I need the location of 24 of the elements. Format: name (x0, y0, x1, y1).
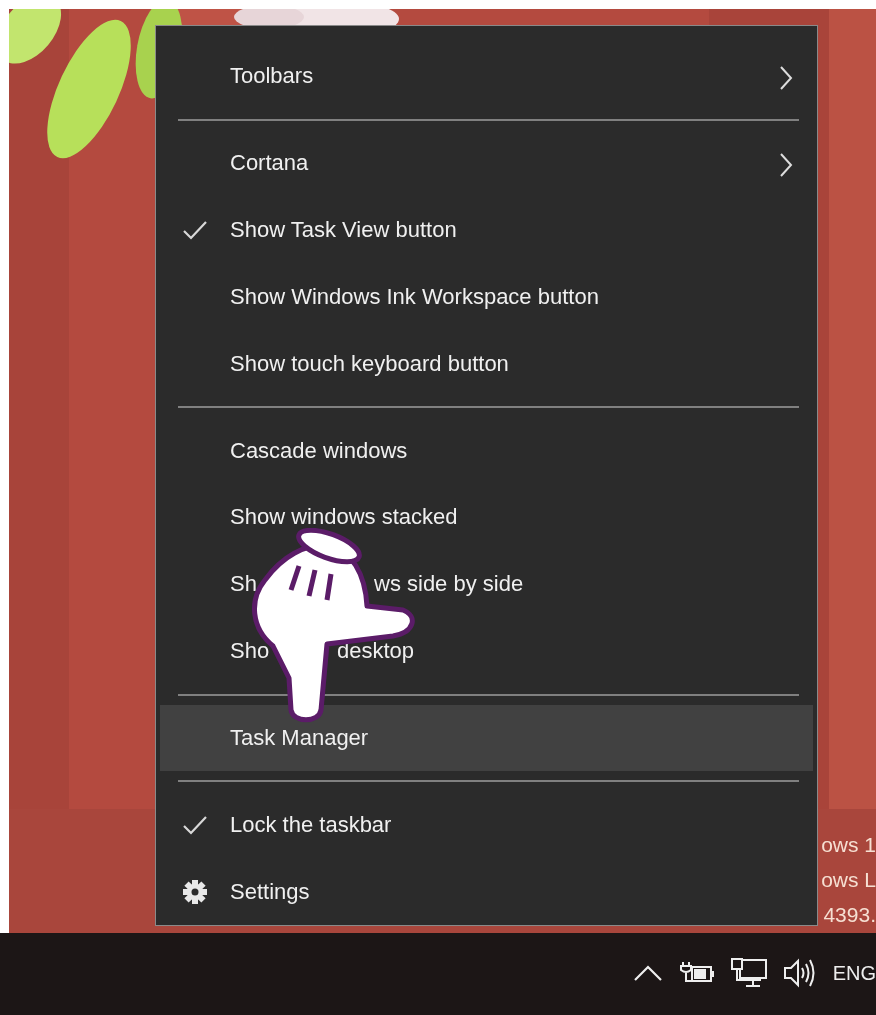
menu-item-background[interactable]: Sh ws side by side (160, 550, 813, 618)
network-icon[interactable] (730, 958, 767, 989)
menu-item-background[interactable]: Sho desktop (160, 617, 813, 685)
chevron-up-icon[interactable] (632, 964, 663, 983)
menu-item[interactable]: Show Task View button (160, 196, 813, 264)
menu-item-label: Sh (230, 571, 257, 598)
activation-text: ows L (821, 867, 876, 894)
language-indicator[interactable]: ENG (832, 961, 876, 985)
settings-icon (182, 878, 208, 905)
menu-item[interactable]: Task Manager (160, 704, 813, 772)
menu-item[interactable]: Show Windows Ink Workspace button (160, 263, 813, 331)
menu-item[interactable]: Cortana (160, 129, 813, 197)
menu-item[interactable]: Show windows stacked (160, 484, 813, 551)
activation-text: ows 1 (821, 832, 876, 859)
speaker-icon[interactable] (782, 958, 817, 989)
menu-item-label: desktop (337, 638, 415, 665)
menu-item[interactable]: Lock the taskbar (160, 791, 813, 859)
menu-item[interactable]: Toolbars (160, 43, 813, 110)
menu-item[interactable]: Settings (160, 858, 813, 925)
activation-text: 4393. (823, 902, 876, 929)
menu-item-label: ws side by side (374, 571, 524, 598)
menu-item[interactable]: Cascade windows (160, 417, 813, 484)
menu-item-label: Sho (230, 638, 270, 665)
menu-item[interactable]: Show touch keyboard button (160, 330, 813, 398)
